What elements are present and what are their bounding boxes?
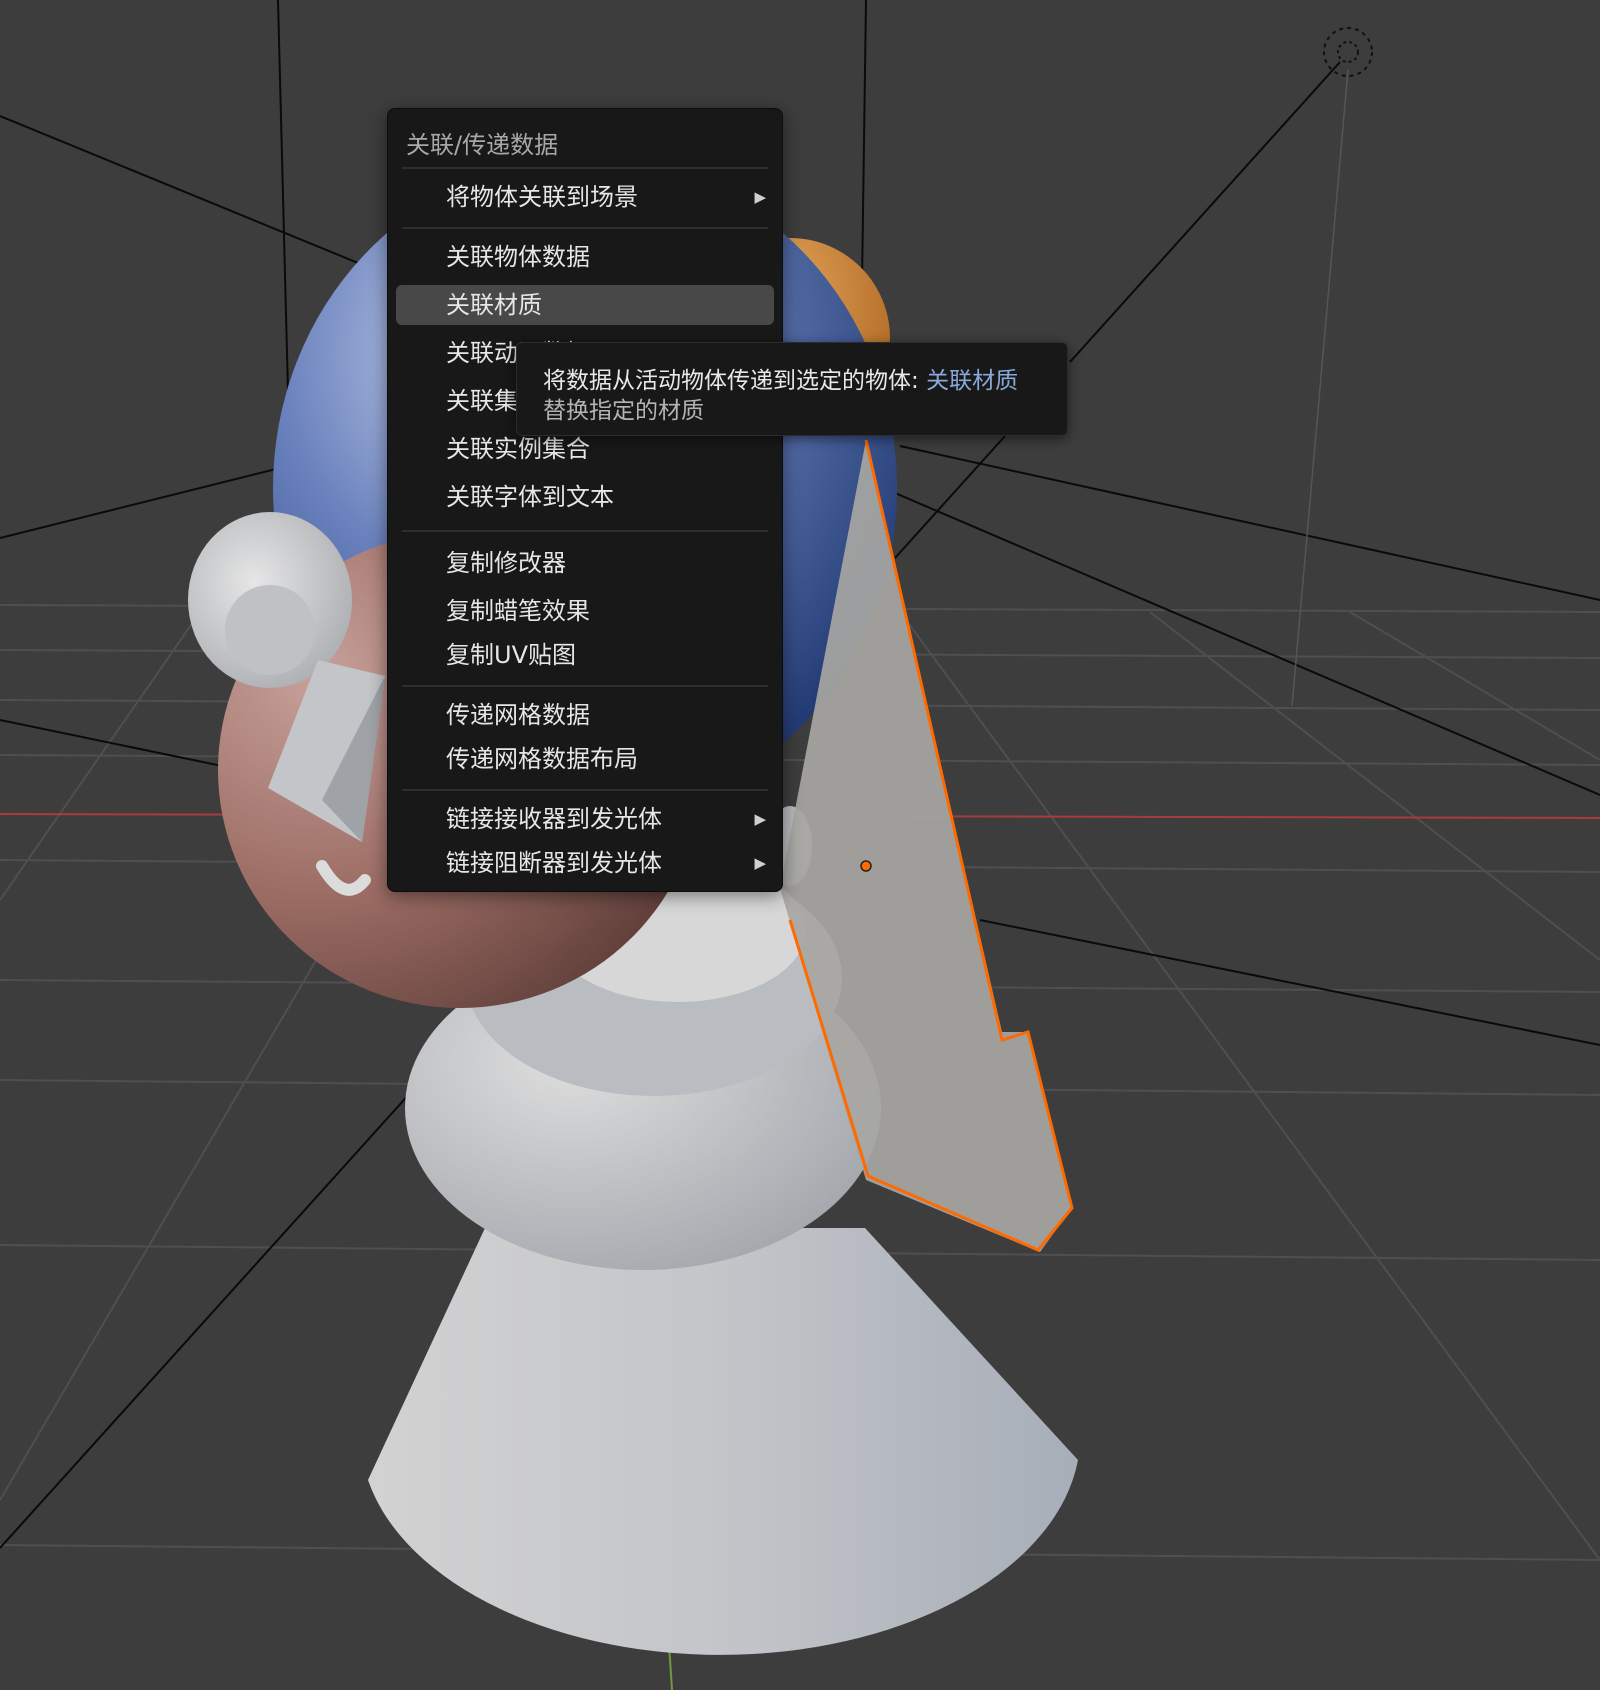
menu-item-label: 链接接收器到发光体 <box>446 805 662 833</box>
menu-item-copy-modifiers[interactable]: 复制修改器 <box>396 543 774 583</box>
menu-separator <box>402 227 768 229</box>
menu-item-transfer-mesh-data[interactable]: 传递网格数据 <box>396 695 774 735</box>
menu-separator <box>402 530 768 532</box>
link-transfer-data-menu: 关联/传递数据 将物体关联到场景 ▶ 关联物体数据 关联材质 关联动画数据 关联… <box>387 108 783 892</box>
viewport-scene <box>0 0 1600 1690</box>
menu-item-link-object-data[interactable]: 关联物体数据 <box>396 237 774 277</box>
submenu-arrow-icon: ▶ <box>754 188 766 206</box>
menu-item-label: 复制蜡笔效果 <box>446 597 590 625</box>
menu-item-transfer-mesh-data-layout[interactable]: 传递网格数据布局 <box>396 739 774 779</box>
menu-item-label: 链接阻断器到发光体 <box>446 849 662 877</box>
menu-item-copy-grease-pencil-effects[interactable]: 复制蜡笔效果 <box>396 591 774 631</box>
menu-item-label: 复制修改器 <box>446 549 566 577</box>
menu-item-label: 复制UV贴图 <box>446 641 576 669</box>
tooltip-description-line: 将数据从活动物体传递到选定的物体: 关联材质 <box>543 361 1018 395</box>
3d-viewport[interactable]: 关联/传递数据 将物体关联到场景 ▶ 关联物体数据 关联材质 关联动画数据 关联… <box>0 0 1600 1690</box>
menu-item-link-fonts-to-text[interactable]: 关联字体到文本 <box>396 477 774 517</box>
menu-item-label: 关联物体数据 <box>446 243 590 271</box>
submenu-arrow-icon: ▶ <box>754 854 766 872</box>
menu-item-link-objects-to-scene[interactable]: 将物体关联到场景 ▶ <box>396 177 774 217</box>
menu-item-label: 关联材质 <box>446 291 542 319</box>
menu-title: 关联/传递数据 <box>406 131 559 159</box>
operator-tooltip: 将数据从活动物体传递到选定的物体: 关联材质 替换指定的材质 <box>516 342 1068 436</box>
menu-item-link-blockers-to-emitter[interactable]: 链接阻断器到发光体 ▶ <box>396 843 774 883</box>
menu-separator <box>402 167 768 169</box>
menu-item-copy-uv-maps[interactable]: 复制UV贴图 <box>396 635 774 675</box>
menu-item-label: 将物体关联到场景 <box>446 183 638 211</box>
menu-separator <box>402 789 768 791</box>
tooltip-operator-name: 关联材质 <box>926 368 1019 394</box>
menu-item-link-receivers-to-emitter[interactable]: 链接接收器到发光体 ▶ <box>396 799 774 839</box>
menu-item-label: 传递网格数据 <box>446 701 590 729</box>
submenu-arrow-icon: ▶ <box>754 810 766 828</box>
menu-item-label: 传递网格数据布局 <box>446 745 638 773</box>
menu-item-label: 关联字体到文本 <box>446 483 614 511</box>
menu-separator <box>402 685 768 687</box>
menu-item-link-materials[interactable]: 关联材质 <box>396 285 774 325</box>
tooltip-detail: 替换指定的材质 <box>543 398 704 424</box>
